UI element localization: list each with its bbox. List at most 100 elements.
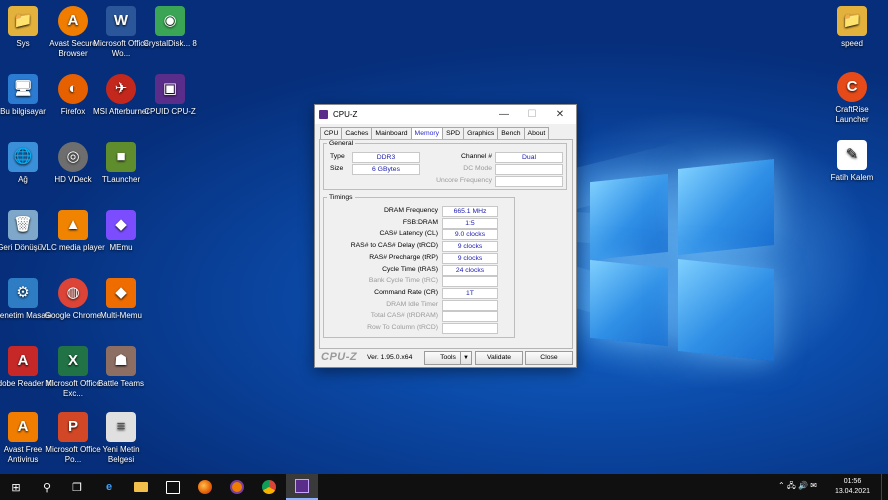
size-value: 6 GBytes: [352, 164, 420, 175]
timing-value: [442, 311, 498, 323]
type-value: DDR3: [352, 152, 420, 163]
file-explorer-icon[interactable]: [126, 474, 156, 500]
cpuz-window: CPU-Z — ☐ ✕ CPU Caches Mainboard Memory …: [314, 104, 577, 368]
memu-icon: ◆: [106, 210, 136, 240]
size-label: Size: [330, 165, 344, 172]
powerpoint-icon: P: [58, 412, 88, 442]
timing-value: 9 clocks: [442, 252, 498, 264]
timing-label: Total CAS# (tRDRAM): [370, 312, 438, 320]
computer-icon: 🖥: [8, 74, 38, 104]
avast-browser-icon: A: [58, 6, 88, 36]
timing-value: 9.0 clocks: [442, 229, 498, 241]
validate-button[interactable]: Validate: [475, 351, 523, 365]
dc-mode-value: [495, 164, 563, 175]
store-icon[interactable]: [158, 474, 188, 500]
desktop-icon-cpuz[interactable]: ▣ CPUID CPU-Z: [138, 74, 202, 117]
uncore-label: Uncore Frequency: [436, 177, 492, 184]
task-view-icon[interactable]: ❐: [62, 474, 92, 500]
close-button[interactable]: Close: [525, 351, 573, 365]
memory-panel: General Type DDR3 Size 6 GBytes Channel …: [319, 139, 573, 349]
vlc-icon: ▲: [58, 210, 88, 240]
uncore-value: [495, 176, 563, 187]
firefox-icon: ◐: [58, 74, 88, 104]
timing-label: Cycle Time (tRAS): [382, 265, 438, 273]
craftrise-icon: C: [837, 72, 867, 102]
cpuz-brand-logo: CPU-Z: [321, 351, 358, 363]
close-window-button[interactable]: ✕: [546, 105, 574, 124]
desktop-icon-text-document[interactable]: ≡ Yeni Metin Belgesi: [89, 412, 153, 465]
tab-strip: CPU Caches Mainboard Memory SPD Graphics…: [320, 127, 550, 140]
cpuz-icon: ▣: [155, 74, 185, 104]
desktop-icon-speed[interactable]: 📁 speed: [820, 6, 884, 49]
excel-icon: X: [58, 346, 88, 376]
battle-teams-icon: ☗: [106, 346, 136, 376]
crystaldisk-icon: ◉: [155, 6, 185, 36]
edge-icon[interactable]: e: [94, 474, 124, 500]
timing-label: DRAM Frequency: [383, 207, 438, 214]
control-panel-icon: ⚙: [8, 278, 38, 308]
adobe-reader-icon: A: [8, 346, 38, 376]
maximize-button[interactable]: ☐: [518, 105, 546, 124]
channel-value: Dual: [495, 152, 563, 163]
tools-label: Tools: [440, 354, 456, 361]
avast-antivirus-icon: A: [8, 412, 38, 442]
desktop-icon-crystaldisk[interactable]: ◉ CrystalDisk... 8: [138, 6, 202, 49]
title-bar[interactable]: CPU-Z — ☐ ✕: [315, 105, 576, 124]
cpuz-taskbar-icon[interactable]: [286, 474, 318, 500]
tab-caches[interactable]: Caches: [341, 127, 373, 139]
clock-date: 13.04.2021: [834, 488, 870, 495]
timing-value: 1:5: [442, 217, 498, 229]
cpuz-app-icon: [319, 110, 328, 119]
timing-value: [442, 299, 498, 311]
show-desktop-button[interactable]: [881, 474, 888, 500]
desktop-icon-multi-memu[interactable]: ◆ Multi-Memu: [89, 278, 153, 321]
search-icon[interactable]: ⚲: [32, 474, 62, 500]
start-button[interactable]: ⊞: [0, 474, 32, 500]
tab-mainboard[interactable]: Mainboard: [371, 127, 412, 139]
timing-label: DRAM Idle Timer: [386, 300, 438, 308]
desktop-icon-memu[interactable]: ◆ MEmu: [89, 210, 153, 253]
multi-memu-icon: ◆: [106, 278, 136, 308]
tab-about[interactable]: About: [523, 127, 550, 139]
word-icon: W: [106, 6, 136, 36]
firefox-taskbar-icon[interactable]: [190, 474, 220, 500]
timings-legend: Timings: [329, 194, 353, 201]
type-label: Type: [330, 153, 345, 160]
clock[interactable]: 01:56 13.04.2021: [835, 477, 870, 497]
avast-browser-taskbar-icon[interactable]: [222, 474, 252, 500]
timing-value: 9 clocks: [442, 241, 498, 253]
clock-time: 01:56: [843, 478, 862, 485]
window-title: CPU-Z: [333, 110, 358, 119]
chrome-taskbar-icon[interactable]: [254, 474, 284, 500]
taskbar: ⊞ ⚲ ❐ e ⌃ 🖧 🔊 ✉ 01:56 13.04.2021: [0, 474, 888, 500]
afterburner-icon: ✈: [106, 74, 136, 104]
tab-cpu[interactable]: CPU: [320, 127, 343, 139]
timing-value: 665.1 MHz: [442, 206, 498, 217]
desktop: 📁 Sys A Avast Secure Browser W Microsoft Of…: [0, 0, 888, 474]
desktop-icon-battle-teams[interactable]: ☗ Battle Teams: [89, 346, 153, 389]
recycle-bin-icon: 🗑: [8, 210, 38, 240]
tlauncher-icon: ■: [106, 142, 136, 172]
timing-value: [442, 323, 498, 334]
hdvdeck-icon: ◎: [58, 142, 88, 172]
tab-bench[interactable]: Bench: [497, 127, 525, 139]
tools-button[interactable]: Tools ▼: [424, 351, 472, 365]
dc-mode-label: DC Mode: [463, 165, 492, 172]
channel-label: Channel #: [461, 153, 492, 160]
desktop-icon-tlauncher[interactable]: ■ TLauncher: [89, 142, 153, 185]
network-icon: 🌐: [8, 142, 38, 172]
tab-graphics[interactable]: Graphics: [463, 127, 499, 139]
timing-label: CAS# Latency (CL): [379, 230, 438, 238]
folder-icon: 📁: [8, 6, 38, 36]
minimize-button[interactable]: —: [490, 105, 518, 124]
tab-spd[interactable]: SPD: [442, 127, 465, 139]
text-document-icon: ≡: [106, 412, 136, 442]
general-legend: General: [329, 140, 354, 147]
desktop-icon-fatih-kalem[interactable]: ✎ Fatih Kalem: [820, 140, 884, 183]
system-tray-icons[interactable]: ⌃ 🖧 🔊 ✉: [778, 474, 817, 500]
timing-value: 24 clocks: [442, 264, 498, 276]
timing-label: Bank Cycle Time (tRC): [368, 277, 438, 285]
desktop-icon-craftrise[interactable]: C CraftRise Launcher: [820, 72, 884, 125]
version-label: Ver. 1.95.0.x64: [367, 354, 413, 361]
dropdown-arrow-icon: ▼: [460, 352, 471, 364]
